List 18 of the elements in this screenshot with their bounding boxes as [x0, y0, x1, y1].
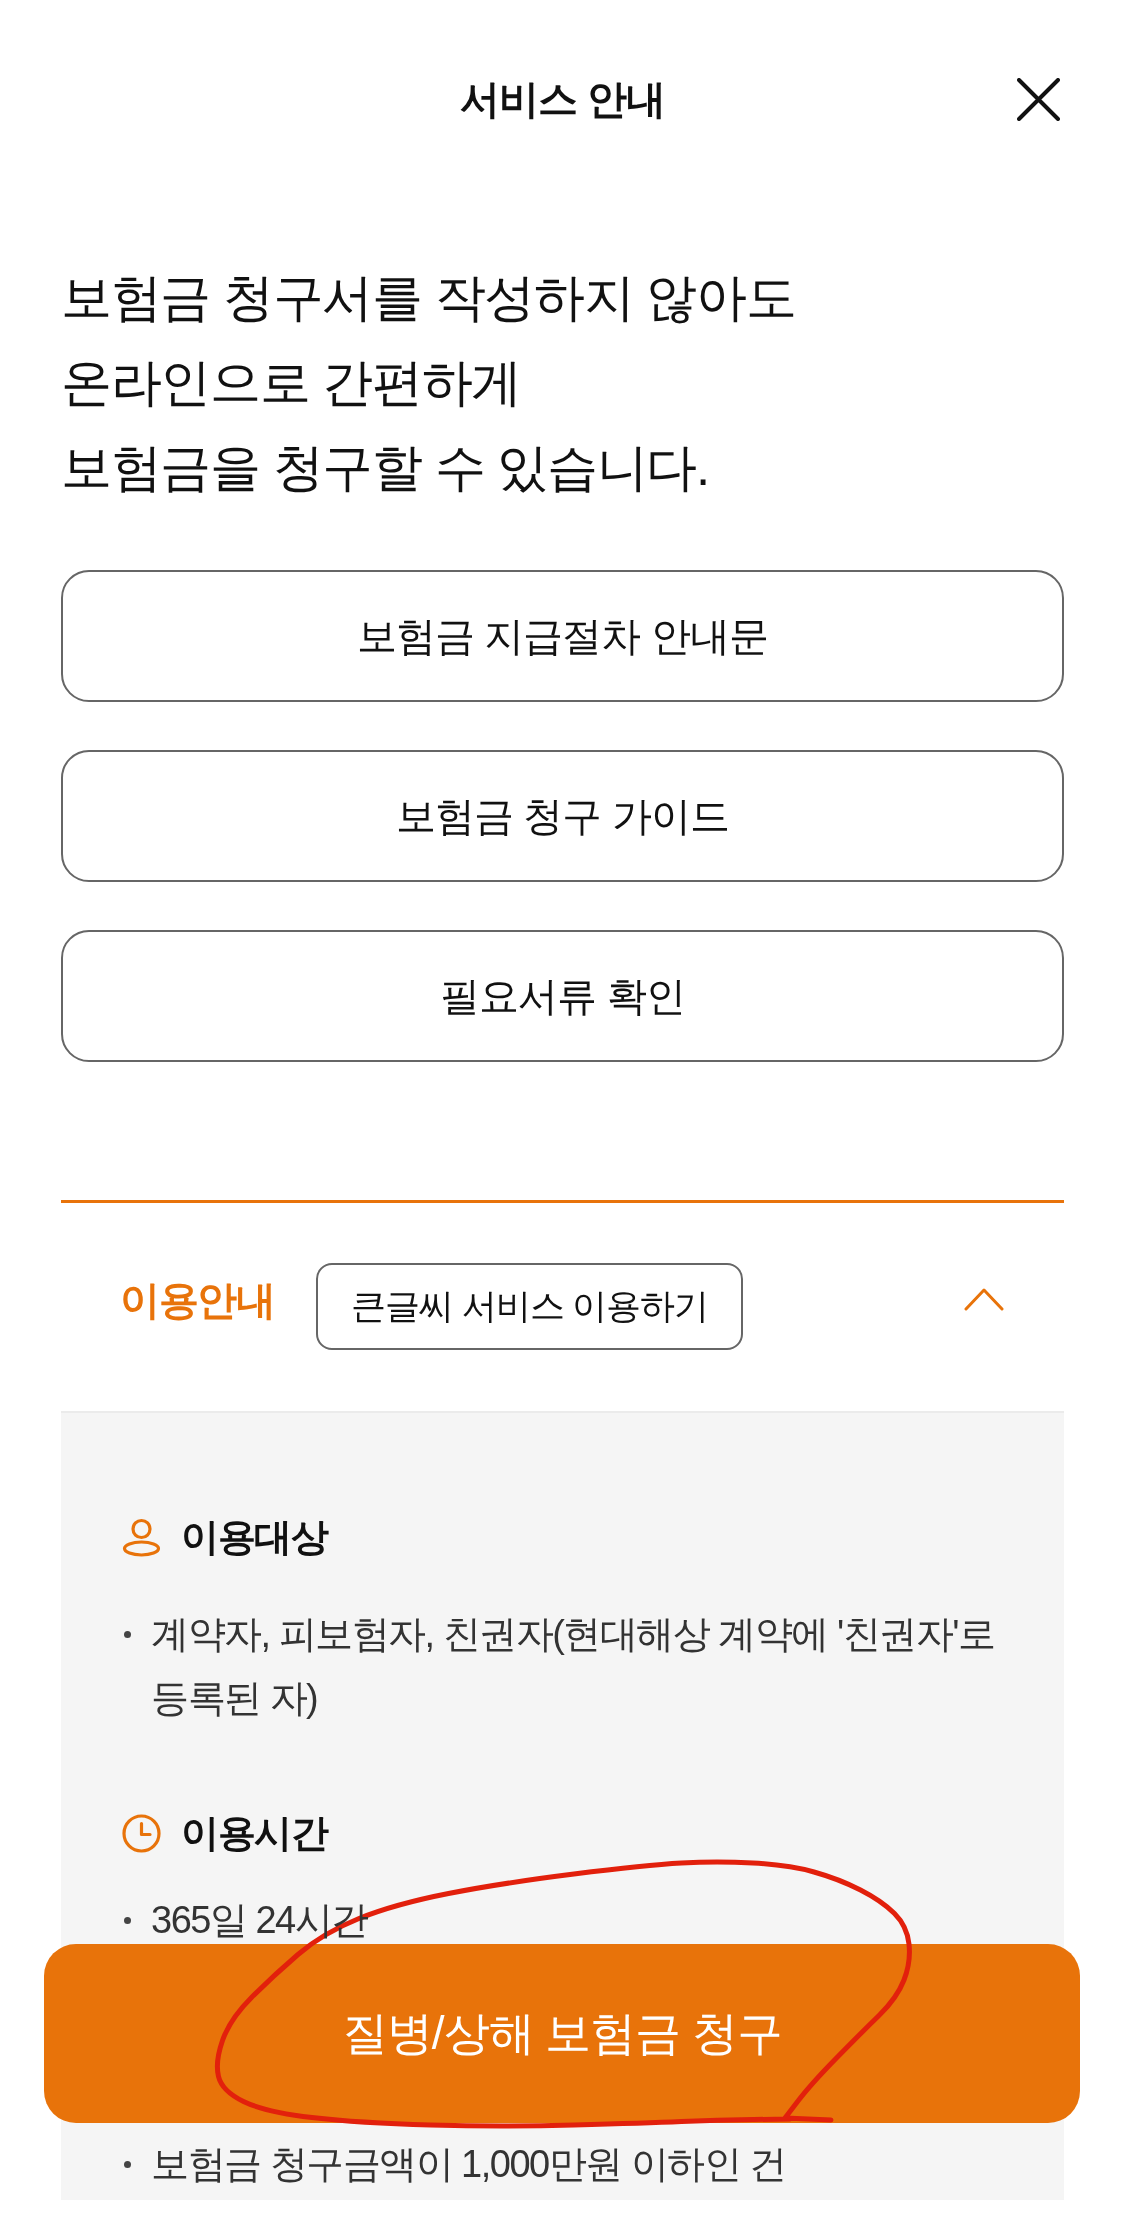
large-text-service-button[interactable]: 큰글씨 서비스 이용하기 — [316, 1263, 744, 1350]
person-icon — [122, 1517, 161, 1557]
info-link-button[interactable]: 필요서류 확인 — [61, 930, 1064, 1062]
close-button[interactable] — [1017, 77, 1060, 121]
intro-paragraph: 보험금 청구서를 작성하지 않아도 온라인으로 간편하게 보험금을 청구할 수 있습니다. — [61, 268, 796, 498]
info-heading: 이용대상 — [181, 1515, 327, 1560]
bullet-icon — [124, 2161, 131, 2168]
clock-icon — [122, 1813, 161, 1853]
bullet-icon — [124, 1917, 131, 1924]
bullet-text: 보험금 청구금액이 1,000만원 이하인 건 — [151, 2142, 787, 2187]
info-link-button[interactable]: 보험금 청구 가이드 — [61, 750, 1064, 882]
close-icon — [1017, 77, 1060, 121]
bullet-text: 계약자, 피보험자, 친권자(현대해상 계약에 '친권자'로 등록된 자) — [151, 1612, 996, 1721]
section-title: 이용안내 — [120, 1276, 274, 1324]
page-title: 서비스 안내 — [459, 76, 666, 123]
info-heading: 이용시간 — [181, 1811, 327, 1856]
bullet-icon — [124, 1631, 131, 1638]
info-link-button[interactable]: 보험금 지급절차 안내문 — [61, 570, 1064, 702]
